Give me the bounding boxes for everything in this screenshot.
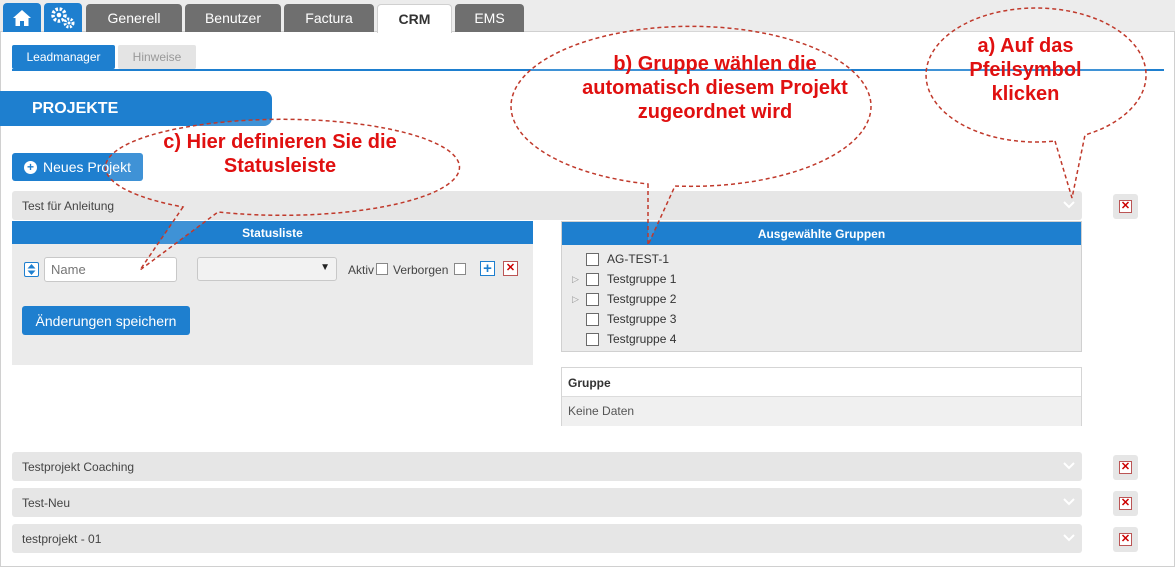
tab-factura[interactable]: Factura	[284, 4, 374, 32]
group-item[interactable]: Testgruppe 3	[572, 310, 676, 328]
chevron-down-icon[interactable]	[1062, 459, 1076, 473]
aktiv-checkbox[interactable]	[376, 263, 388, 275]
gruppe-table: Gruppe Keine Daten	[561, 367, 1082, 426]
close-icon: ✕	[1119, 497, 1132, 510]
close-icon: ✕	[1119, 461, 1132, 474]
callout-text-c: c) Hier definieren Sie die Statusleiste	[163, 131, 397, 177]
expand-arrow-icon[interactable]: ▷	[572, 274, 586, 285]
groups-title: Ausgewählte Gruppen	[562, 222, 1081, 245]
group-item[interactable]: Testgruppe 4	[572, 330, 676, 348]
group-label: Testgruppe 3	[607, 312, 677, 326]
group-item[interactable]: AG-TEST-1	[572, 250, 669, 268]
chevron-down-icon[interactable]	[1062, 531, 1076, 545]
aktiv-label: Aktiv	[348, 263, 375, 277]
project-name: Test-Neu	[22, 495, 71, 510]
groups-panel: Ausgewählte Gruppen AG-TEST-1 ▷ Testgrupp…	[561, 221, 1082, 352]
group-label: Testgruppe 2	[607, 292, 677, 306]
verborgen-label: Verborgen	[393, 263, 449, 277]
project-row[interactable]: testprojekt - 01	[12, 524, 1082, 553]
caret-down-icon: ▼	[320, 262, 330, 273]
delete-project-button[interactable]: ✕	[1113, 491, 1138, 516]
tab-benutzer[interactable]: Benutzer	[185, 4, 281, 32]
new-project-button[interactable]: + Neues Projekt	[12, 153, 143, 181]
close-icon: ✕	[1119, 200, 1132, 213]
delete-project-button[interactable]: ✕	[1113, 194, 1138, 219]
callout-text-b: b) Gruppe wählen die automatisch diesem …	[582, 53, 848, 123]
subtab-leadmanager[interactable]: Leadmanager	[12, 45, 115, 69]
settings-button[interactable]	[44, 3, 82, 32]
group-label: Testgruppe 1	[607, 272, 677, 286]
statusliste-title: Statusliste	[12, 221, 533, 244]
sort-arrows-icon	[27, 264, 36, 275]
group-checkbox[interactable]	[586, 312, 599, 326]
close-icon: ✕	[505, 262, 516, 274]
project-row[interactable]: Test-Neu	[12, 488, 1082, 517]
group-item[interactable]: ▷ Testgruppe 1	[572, 270, 676, 288]
expand-arrow-icon[interactable]: ▷	[572, 294, 586, 305]
subtab-hinweise[interactable]: Hinweise	[118, 45, 196, 69]
gears-icon	[51, 6, 75, 28]
project-name: Test für Anleitung	[22, 198, 115, 213]
plus-icon: +	[483, 260, 492, 277]
delete-project-button[interactable]: ✕	[1113, 455, 1138, 480]
group-label: AG-TEST-1	[607, 252, 670, 266]
group-item[interactable]: ▷ Testgruppe 2	[572, 290, 676, 308]
add-status-button[interactable]: +	[480, 261, 495, 276]
project-row[interactable]: Test für Anleitung	[12, 191, 1082, 220]
group-checkbox[interactable]	[586, 252, 599, 266]
save-changes-button[interactable]: Änderungen speichern	[22, 306, 190, 335]
tab-crm[interactable]: CRM	[377, 4, 452, 33]
group-label: Testgruppe 4	[607, 332, 677, 346]
gruppe-table-empty: Keine Daten	[562, 397, 1081, 426]
section-title: PROJEKTE	[0, 91, 272, 126]
gruppe-table-header: Gruppe	[562, 368, 1081, 397]
status-name-input[interactable]	[44, 257, 177, 282]
group-checkbox[interactable]	[586, 272, 599, 286]
group-checkbox[interactable]	[586, 332, 599, 346]
close-icon: ✕	[1119, 533, 1132, 546]
home-icon	[13, 9, 31, 26]
home-button[interactable]	[3, 3, 41, 32]
tab-generell[interactable]: Generell	[86, 4, 182, 32]
project-row[interactable]: Testprojekt Coaching	[12, 452, 1082, 481]
status-select[interactable]: ▼	[197, 257, 337, 281]
statusliste-panel: Statusliste ▼ Aktiv Verborgen + ✕ Änderu…	[12, 221, 533, 365]
project-name: testprojekt - 01	[22, 531, 102, 546]
chevron-down-icon[interactable]	[1062, 495, 1076, 509]
plus-circle-icon: +	[24, 160, 38, 174]
sort-handle[interactable]	[24, 262, 39, 277]
chevron-down-icon[interactable]	[1062, 198, 1076, 212]
group-checkbox[interactable]	[586, 292, 599, 306]
tab-ems[interactable]: EMS	[455, 4, 524, 32]
remove-status-button[interactable]: ✕	[503, 261, 518, 276]
project-name: Testprojekt Coaching	[22, 459, 135, 474]
delete-project-button[interactable]: ✕	[1113, 527, 1138, 552]
verborgen-checkbox[interactable]	[454, 263, 466, 275]
callout-text-a: a) Auf das Pfeilsymbol klicken	[969, 35, 1082, 105]
new-project-label: Neues Projekt	[43, 159, 131, 175]
